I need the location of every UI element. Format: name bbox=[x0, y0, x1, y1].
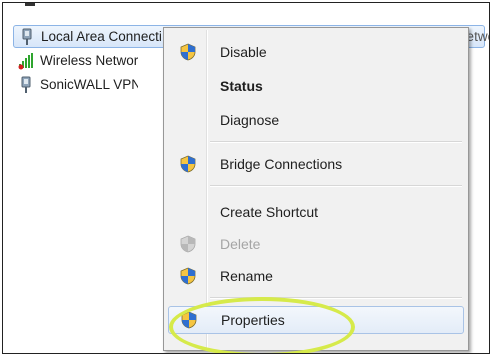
menu-item-label: Diagnose bbox=[220, 112, 280, 128]
wireless-signal-icon bbox=[18, 52, 33, 69]
menu-separator bbox=[210, 141, 462, 143]
uac-shield-icon bbox=[181, 311, 197, 329]
menu-item-bridge-connections[interactable]: Bridge Connections bbox=[168, 150, 464, 178]
icon-slot bbox=[168, 230, 208, 258]
menu-item-diagnose[interactable]: Diagnose bbox=[168, 106, 464, 134]
network-connections-window: Local Area Connection Unidentified netwo… bbox=[2, 2, 490, 354]
menu-item-label: Properties bbox=[221, 312, 285, 328]
menu-item-label: Delete bbox=[220, 236, 261, 252]
menu-separator bbox=[210, 297, 462, 299]
menu-item-rename[interactable]: Rename bbox=[168, 262, 464, 290]
menu-item-disable[interactable]: Disable bbox=[168, 38, 464, 66]
uac-shield-icon bbox=[180, 267, 196, 285]
menu-separator bbox=[210, 185, 462, 187]
icon-slot bbox=[168, 38, 208, 66]
menu-item-status[interactable]: Status bbox=[168, 72, 464, 100]
menu-item-create-shortcut[interactable]: Create Shortcut bbox=[168, 198, 464, 226]
icon-slot bbox=[169, 306, 209, 334]
connection-label: Local Area Connection bbox=[41, 29, 161, 44]
icon-slot bbox=[168, 150, 208, 178]
context-menu: Disable Status Diagnose Bridge Connectio… bbox=[163, 27, 469, 351]
icon-slot bbox=[168, 198, 208, 226]
ethernet-icon bbox=[21, 76, 31, 93]
icon-slot bbox=[168, 72, 208, 100]
menu-item-label: Bridge Connections bbox=[220, 156, 343, 172]
list-top-edge bbox=[25, 3, 35, 6]
menu-item-delete: Delete bbox=[168, 230, 464, 258]
uac-shield-icon bbox=[180, 155, 196, 173]
uac-shield-icon bbox=[180, 43, 196, 61]
icon-slot bbox=[168, 106, 208, 134]
connection-label: SonicWALL VPN Connection bbox=[40, 77, 138, 92]
connection-label: Wireless Network Connection bbox=[40, 53, 138, 68]
menu-item-label: Disable bbox=[220, 44, 267, 60]
ethernet-icon bbox=[22, 28, 32, 45]
menu-item-label: Status bbox=[220, 78, 263, 94]
menu-item-label: Create Shortcut bbox=[220, 204, 319, 220]
uac-shield-icon bbox=[180, 235, 196, 253]
icon-slot bbox=[168, 262, 208, 290]
menu-item-label: Rename bbox=[220, 268, 273, 284]
menu-item-properties[interactable]: Properties bbox=[168, 306, 464, 334]
